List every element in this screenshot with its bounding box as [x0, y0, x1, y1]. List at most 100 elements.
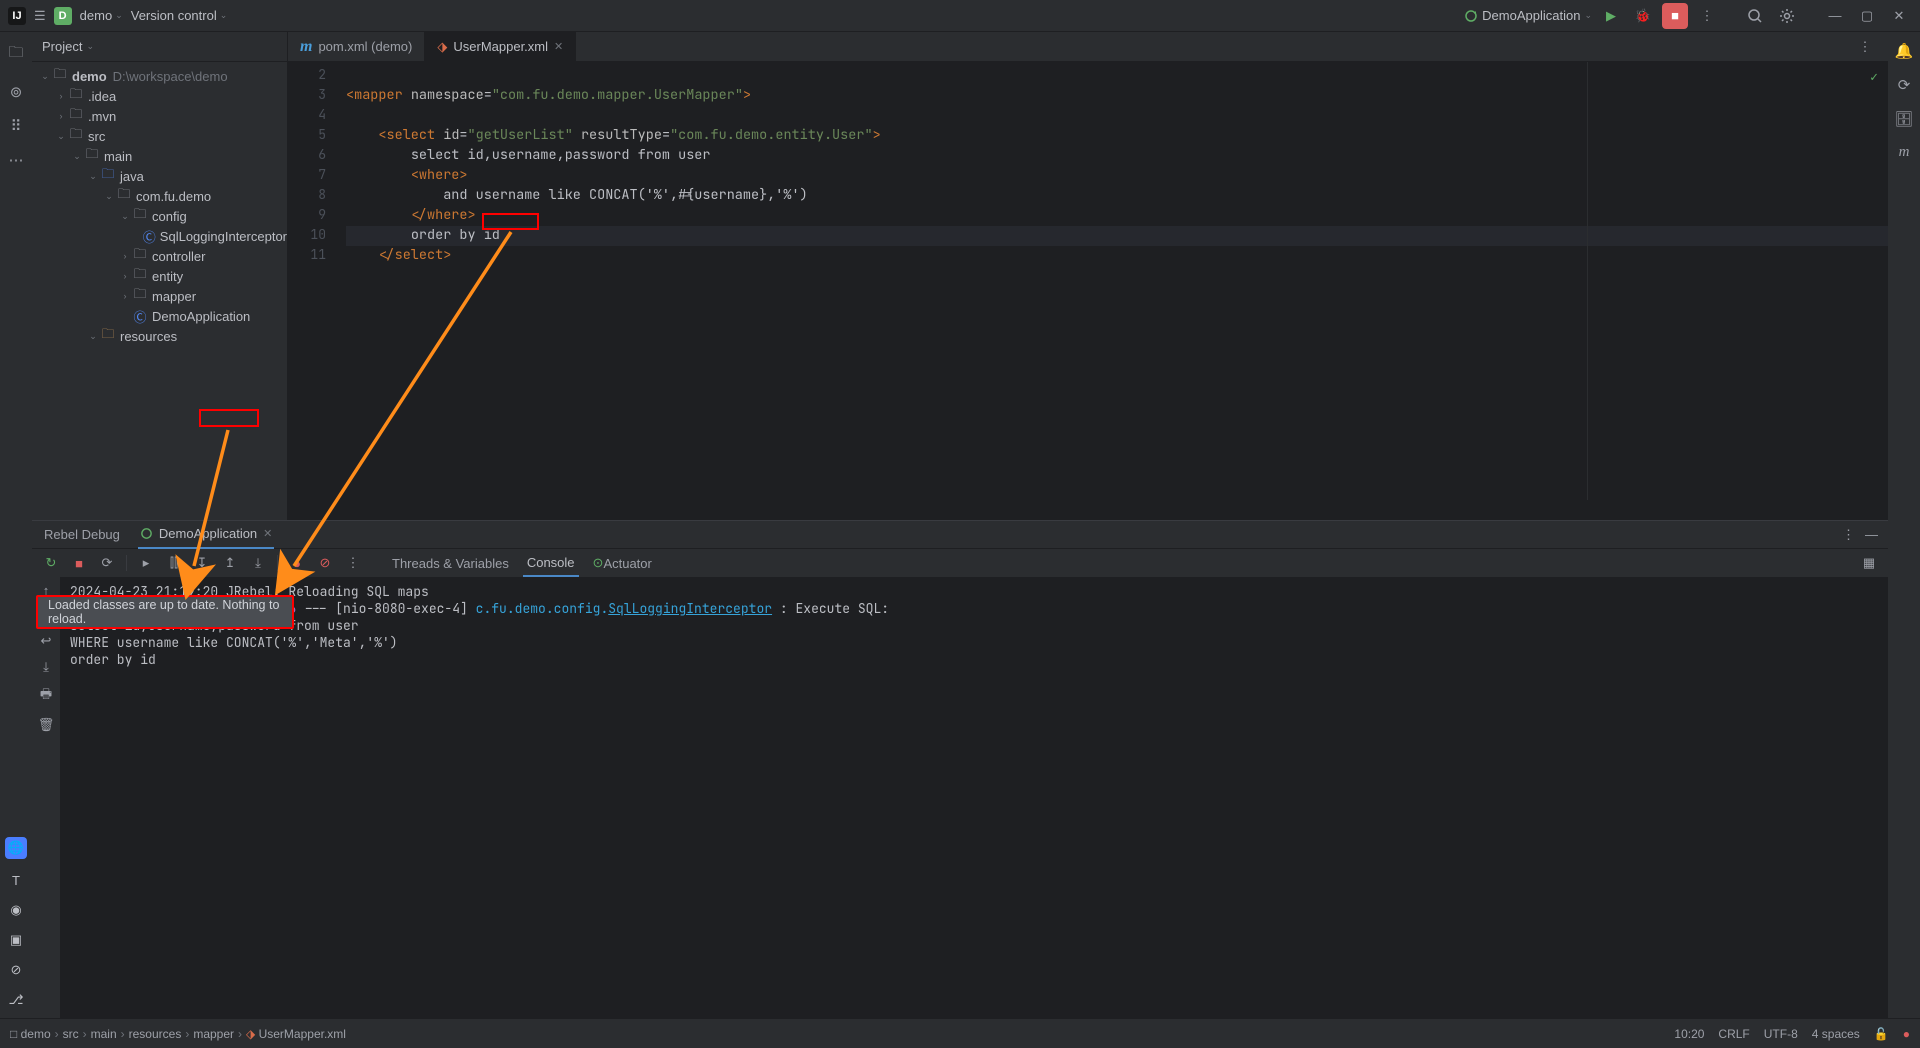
- tree-item-src[interactable]: ⌄ 🗀 src: [32, 126, 287, 146]
- layout-icon[interactable]: ▦: [1860, 555, 1878, 571]
- tab-usermapper[interactable]: ⬗ UserMapper.xml ✕: [425, 32, 576, 61]
- bc-item[interactable]: main: [91, 1027, 117, 1041]
- resume-button[interactable]: ⟳: [98, 555, 116, 571]
- expand-icon[interactable]: ›: [54, 91, 68, 101]
- hamburger-icon[interactable]: ☰: [34, 8, 46, 24]
- problems-tool-icon[interactable]: ⊘: [11, 962, 22, 978]
- clear-icon[interactable]: 🗑: [38, 717, 55, 733]
- folder-icon: 🗀: [84, 145, 100, 167]
- git-tool-icon[interactable]: ⎇: [9, 992, 24, 1008]
- caret-position[interactable]: 10:20: [1674, 1027, 1704, 1041]
- tree-item-config[interactable]: ⌄ 🗀 config: [32, 206, 287, 226]
- bc-item[interactable]: □ demo: [10, 1027, 51, 1041]
- expand-icon[interactable]: ⌄: [86, 331, 100, 342]
- more-tool-icon[interactable]: ⋯: [9, 151, 24, 169]
- project-menu[interactable]: demo ⌄: [80, 8, 123, 23]
- step-over-button[interactable]: ⫿⫿: [165, 555, 183, 571]
- expand-icon[interactable]: ›: [118, 271, 132, 281]
- rerun-button[interactable]: ↻: [42, 555, 60, 571]
- console-output[interactable]: 2024-04-23 21:19:20 JRebel: Reloading SQ…: [60, 577, 1888, 1018]
- bc-item[interactable]: mapper: [193, 1027, 234, 1041]
- tree-item-controller[interactable]: › 🗀 controller: [32, 246, 287, 266]
- wrap-icon[interactable]: ↩: [41, 633, 52, 649]
- search-icon[interactable]: [1742, 3, 1768, 29]
- step-button[interactable]: ⤓: [249, 555, 267, 571]
- run-button[interactable]: ▶: [1598, 3, 1624, 29]
- maximize-icon[interactable]: ▢: [1854, 3, 1880, 29]
- encoding[interactable]: UTF-8: [1764, 1027, 1798, 1041]
- subtab-console[interactable]: Console: [523, 549, 579, 577]
- mute-breakpoints-button[interactable]: ⊘: [316, 555, 334, 571]
- code-content[interactable]: <mapper namespace="com.fu.demo.mapper.Us…: [338, 62, 1888, 522]
- bc-item[interactable]: src: [63, 1027, 79, 1041]
- terminal-tool-icon[interactable]: T: [12, 873, 20, 888]
- readonly-icon[interactable]: 🔓: [1874, 1027, 1889, 1041]
- minimize-icon[interactable]: —: [1822, 3, 1848, 29]
- tree-item-entity[interactable]: › 🗀 entity: [32, 266, 287, 286]
- more-icon[interactable]: ⋮: [1842, 527, 1855, 543]
- jrebel-icon[interactable]: 🌐: [5, 837, 27, 859]
- expand-icon[interactable]: ›: [118, 291, 132, 301]
- more-icon[interactable]: ⋮: [1852, 34, 1878, 60]
- expand-icon[interactable]: ⌄: [86, 171, 100, 182]
- expand-icon[interactable]: ⌄: [118, 211, 132, 222]
- tab-rebel-debug[interactable]: Rebel Debug: [42, 521, 122, 549]
- error-indicator-icon[interactable]: ●: [1903, 1027, 1910, 1041]
- breakpoint-icon[interactable]: ●: [288, 556, 306, 571]
- debug-button[interactable]: 🐞: [1630, 3, 1656, 29]
- notifications-icon[interactable]: 🔔: [1895, 42, 1914, 60]
- tree-item-interceptor[interactable]: Ⓒ SqlLoggingInterceptor: [32, 226, 287, 246]
- expand-icon[interactable]: ⌄: [70, 151, 84, 162]
- tab-pom[interactable]: m pom.xml (demo): [288, 32, 425, 61]
- scroll-end-icon[interactable]: ⤓: [43, 659, 49, 675]
- editor-body[interactable]: ✓ 2 3 4 5 6 7 8 9 10 11 <mapper namespac…: [288, 62, 1888, 522]
- tree-item-main[interactable]: ⌄ 🗀 main: [32, 146, 287, 166]
- ai-tool-icon[interactable]: ⟳: [1898, 76, 1911, 94]
- scroll-down-icon[interactable]: ↓: [43, 608, 50, 623]
- vcs-menu[interactable]: Version control ⌄: [131, 8, 228, 23]
- tree-item-idea[interactable]: › 🗀 .idea: [32, 86, 287, 106]
- close-icon[interactable]: ✕: [554, 40, 563, 53]
- expand-icon[interactable]: ⌄: [54, 131, 68, 142]
- close-icon[interactable]: ✕: [263, 527, 272, 540]
- tree-item-mapper[interactable]: › 🗀 mapper: [32, 286, 287, 306]
- maven-tool-icon[interactable]: m: [1899, 144, 1910, 161]
- commit-tool-icon[interactable]: ⊚: [10, 83, 23, 101]
- settings-icon[interactable]: [1774, 3, 1800, 29]
- subtab-actuator[interactable]: ⊙ Actuator: [589, 549, 656, 577]
- step-out-button[interactable]: ↥: [221, 555, 239, 571]
- expand-icon[interactable]: ›: [118, 251, 132, 261]
- database-tool-icon[interactable]: 🗄: [1894, 110, 1913, 128]
- tree-item-pkg[interactable]: ⌄ 🗀 com.fu.demo: [32, 186, 287, 206]
- project-tool-icon[interactable]: 🗀: [8, 42, 23, 67]
- tree-root[interactable]: ⌄ 🗀 demo D:\workspace\demo: [32, 66, 287, 86]
- expand-icon[interactable]: ⌄: [102, 191, 116, 202]
- tree-item-mvn[interactable]: › 🗀 .mvn: [32, 106, 287, 126]
- step-into-button[interactable]: ↧: [193, 555, 211, 571]
- pause-button[interactable]: ▸: [137, 555, 155, 571]
- subtab-threads[interactable]: Threads & Variables: [388, 549, 513, 577]
- stop-button[interactable]: ■: [70, 556, 88, 571]
- stop-button[interactable]: ■: [1662, 3, 1688, 29]
- indent[interactable]: 4 spaces: [1812, 1027, 1860, 1041]
- tree-item-app[interactable]: Ⓒ DemoApplication: [32, 306, 287, 326]
- project-header[interactable]: Project ⌄: [32, 32, 287, 62]
- services-tool-icon[interactable]: ◉: [10, 902, 21, 918]
- bc-item[interactable]: resources: [129, 1027, 182, 1041]
- expand-icon[interactable]: ⌄: [38, 71, 52, 82]
- print-icon[interactable]: 🖶: [40, 685, 52, 707]
- line-ending[interactable]: CRLF: [1718, 1027, 1749, 1041]
- close-icon[interactable]: ✕: [1886, 3, 1912, 29]
- more-icon[interactable]: ⋮: [344, 555, 362, 571]
- tree-item-java[interactable]: ⌄ 🗀 java: [32, 166, 287, 186]
- minimize-icon[interactable]: —: [1865, 527, 1878, 543]
- build-tool-icon[interactable]: ▣: [10, 932, 22, 948]
- run-configuration[interactable]: DemoApplication ⌄: [1464, 8, 1592, 23]
- bc-item[interactable]: ⬗ UserMapper.xml: [246, 1027, 346, 1041]
- expand-icon[interactable]: ›: [54, 111, 68, 121]
- scroll-up-icon[interactable]: ↑: [43, 583, 50, 598]
- structure-tool-icon[interactable]: ⠿: [11, 117, 22, 135]
- more-icon[interactable]: ⋮: [1694, 3, 1720, 29]
- tab-demoapp[interactable]: DemoApplication ✕: [138, 521, 275, 549]
- tree-item-resources[interactable]: ⌄ 🗀 resources: [32, 326, 287, 346]
